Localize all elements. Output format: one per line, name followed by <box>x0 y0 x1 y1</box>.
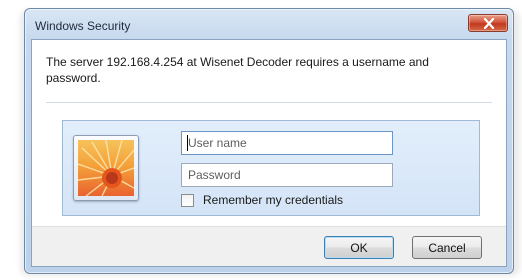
close-button[interactable] <box>468 14 508 32</box>
server-message: The server 192.168.4.254 at Wisenet Deco… <box>46 55 429 85</box>
ok-button[interactable]: OK <box>324 236 394 259</box>
button-bar: OK Cancel <box>32 226 506 266</box>
credential-panel: Remember my credentials <box>62 120 480 216</box>
text-caret <box>187 135 188 151</box>
security-dialog: Windows Security The server 192.168.4.25… <box>24 8 514 274</box>
username-field[interactable] <box>181 131 393 155</box>
user-tile <box>73 135 139 201</box>
window-title: Windows Security <box>35 19 131 33</box>
title-bar[interactable]: Windows Security <box>25 9 513 39</box>
close-icon <box>483 18 495 29</box>
dialog-body: The server 192.168.4.254 at Wisenet Deco… <box>31 39 507 267</box>
remember-label: Remember my credentials <box>203 193 344 207</box>
remember-credentials[interactable]: Remember my credentials <box>181 193 343 207</box>
separator <box>46 102 492 103</box>
flower-user-tile-icon <box>78 140 134 196</box>
password-field[interactable] <box>181 163 393 187</box>
remember-checkbox[interactable] <box>181 193 194 207</box>
cancel-button[interactable]: Cancel <box>412 236 482 259</box>
